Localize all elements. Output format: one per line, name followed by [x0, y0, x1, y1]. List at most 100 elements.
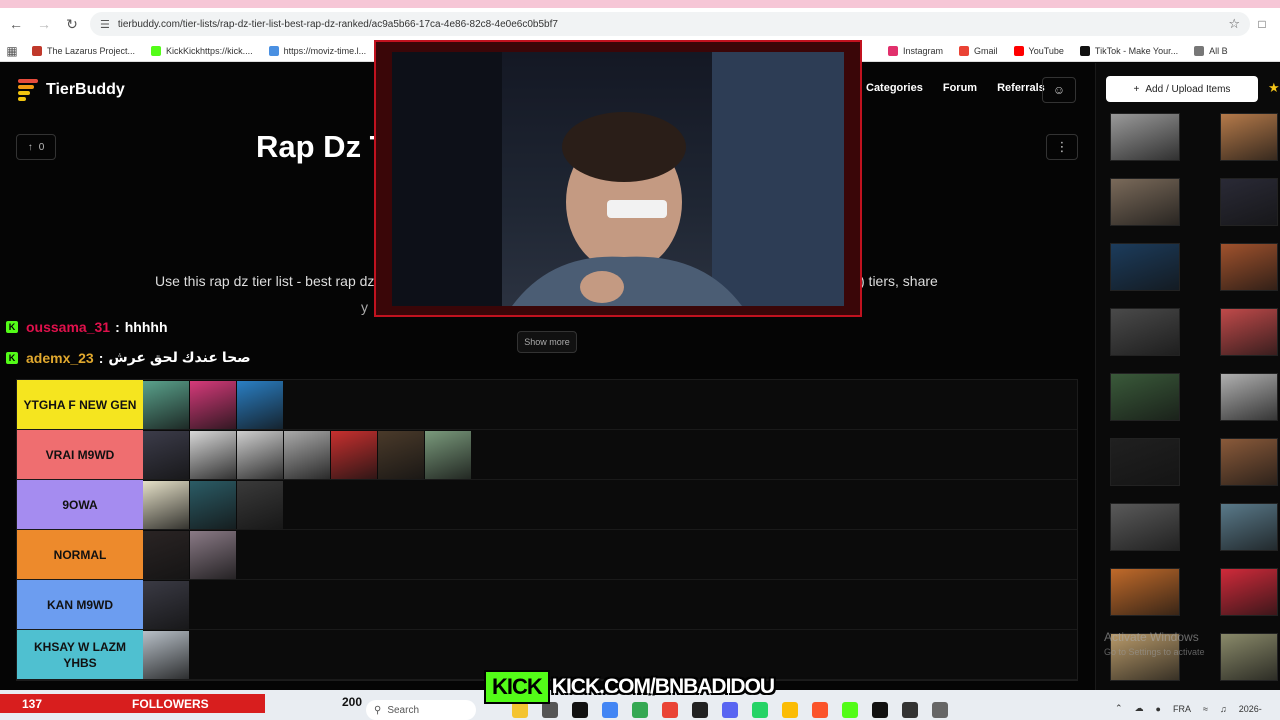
tiktok-icon[interactable]	[572, 702, 588, 718]
chatgpt-icon[interactable]	[542, 702, 558, 718]
sidebar-item-thumbnail[interactable]	[1110, 113, 1180, 161]
url-field[interactable]: ☰ tierbuddy.com/tier-lists/rap-dz-tier-l…	[90, 12, 1250, 36]
user-icon[interactable]: ☺	[1042, 77, 1076, 103]
sidebar-item-thumbnail[interactable]	[1110, 373, 1180, 421]
rapper-thumbnail[interactable]	[425, 430, 471, 479]
kick-app-icon[interactable]	[842, 702, 858, 718]
brave-icon[interactable]	[812, 702, 828, 718]
show-more-button[interactable]: Show more	[517, 331, 577, 353]
screen: ← → ↻ ☰ tierbuddy.com/tier-lists/rap-dz-…	[0, 0, 1280, 720]
bookmark-label: https://moviz-time.l...	[283, 45, 367, 56]
back-icon[interactable]: ←	[4, 12, 28, 36]
kick-icon: K	[6, 351, 18, 364]
chat-username: ademx_23	[26, 349, 94, 366]
forward-icon[interactable]: →	[32, 12, 56, 36]
chevron-up-icon[interactable]: ⌃	[1115, 703, 1123, 714]
nav-categories[interactable]: Categories	[866, 82, 923, 94]
site-info-icon[interactable]: ☰	[100, 18, 110, 31]
more-options-icon[interactable]: ⋮	[1046, 134, 1078, 160]
sidebar-item-thumbnail[interactable]	[1220, 633, 1278, 681]
rapper-thumbnail[interactable]	[331, 430, 377, 479]
wifi-icon[interactable]: ≈	[1203, 704, 1208, 714]
rapper-thumbnail[interactable]	[284, 430, 330, 479]
rapper-thumbnail[interactable]	[237, 430, 283, 479]
bookmark-star-icon[interactable]: ☆	[1228, 16, 1240, 32]
rapper-thumbnail[interactable]	[190, 530, 236, 579]
sidebar-item-thumbnail[interactable]	[1220, 373, 1278, 421]
reload-icon[interactable]: ↻	[60, 12, 84, 36]
sidebar-item-thumbnail[interactable]	[1110, 438, 1180, 486]
sidebar-item-thumbnail[interactable]	[1110, 178, 1180, 226]
rapper-thumbnail[interactable]	[237, 380, 283, 429]
bookmark-item[interactable]: KickKickhttps://kick....	[151, 45, 253, 56]
mic-icon[interactable]: ●	[1156, 704, 1161, 714]
chrome-icon[interactable]	[602, 702, 618, 718]
add-upload-items-button[interactable]: + Add / Upload Items	[1106, 76, 1258, 102]
tiktok-icon[interactable]	[872, 702, 888, 718]
chrome-icon[interactable]	[782, 702, 798, 718]
logo-icon	[18, 79, 38, 101]
star-icon[interactable]: ★	[1268, 80, 1280, 96]
rapper-thumbnail[interactable]	[143, 530, 189, 579]
file-explorer-icon[interactable]	[512, 702, 528, 718]
description-left: Use this rap dz tier list - best rap dz	[155, 273, 375, 289]
nav-forum[interactable]: Forum	[943, 82, 977, 94]
clock-date[interactable]: 2026-	[1239, 704, 1262, 714]
bookmark-item[interactable]: The Lazarus Project...	[32, 45, 135, 56]
sidebar-item-thumbnail[interactable]	[1110, 308, 1180, 356]
bookmark-favicon-icon	[268, 45, 279, 56]
tier-label[interactable]: YTGHA F NEW GEN	[17, 380, 143, 429]
extensions-icon[interactable]: □	[1250, 17, 1274, 31]
tier-label[interactable]: KAN M9WD	[17, 580, 143, 629]
chrome-icon[interactable]	[662, 702, 678, 718]
rapper-thumbnail[interactable]	[190, 430, 236, 479]
rapper-thumbnail[interactable]	[190, 480, 236, 529]
obs-icon[interactable]	[902, 702, 918, 718]
rapper-thumbnail[interactable]	[237, 480, 283, 529]
rapper-thumbnail[interactable]	[143, 580, 189, 629]
rapper-thumbnail[interactable]	[190, 380, 236, 429]
bookmark-favicon-icon	[888, 46, 898, 56]
rapper-thumbnail[interactable]	[378, 430, 424, 479]
tier-label[interactable]: KHSAY W LAZM YHBS	[17, 630, 143, 679]
whatsapp-icon[interactable]	[752, 702, 768, 718]
site-logo[interactable]: TierBuddy	[18, 79, 125, 101]
bookmark-item[interactable]: https://moviz-time.l...	[268, 45, 367, 56]
rapper-thumbnail[interactable]	[143, 380, 189, 429]
tier-label[interactable]: NORMAL	[17, 530, 143, 579]
cloud-icon[interactable]: ☁	[1135, 703, 1144, 714]
rapper-thumbnail[interactable]	[143, 480, 189, 529]
bookmark-item[interactable]: YouTube	[1013, 46, 1064, 56]
bookmark-item[interactable]: Instagram	[888, 46, 943, 56]
bookmark-item[interactable]: Gmail	[959, 46, 998, 56]
page-title: Rap Dz T	[256, 129, 389, 164]
sidebar-item-thumbnail[interactable]	[1220, 308, 1278, 356]
tier-items	[143, 530, 237, 579]
upvote-button[interactable]: ↑ 0	[16, 134, 56, 160]
bookmark-item[interactable]: All B	[1194, 46, 1228, 56]
sidebar-item-thumbnail[interactable]	[1220, 178, 1278, 226]
capcut-icon[interactable]	[692, 702, 708, 718]
sidebar-item-thumbnail[interactable]	[1110, 503, 1180, 551]
sidebar-item-thumbnail[interactable]	[1220, 438, 1278, 486]
taskbar-search[interactable]: ⚲ Search	[366, 700, 476, 720]
nav-referrals[interactable]: Referrals	[997, 82, 1045, 94]
tier-label[interactable]: VRAI M9WD	[17, 430, 143, 479]
language-indicator[interactable]: FRA	[1173, 704, 1191, 714]
sidebar-item-thumbnail[interactable]	[1110, 243, 1180, 291]
tier-label[interactable]: 9OWA	[17, 480, 143, 529]
sidebar-item-thumbnail[interactable]	[1220, 503, 1278, 551]
volume-icon[interactable]: ♫	[1220, 704, 1227, 714]
chrome-icon[interactable]	[632, 702, 648, 718]
sidebar-item-thumbnail[interactable]	[1220, 113, 1278, 161]
bookmark-item[interactable]: TikTok - Make Your...	[1079, 46, 1178, 56]
chat-message: K ademx_23 : صحا عندك لحق عرش	[6, 349, 251, 366]
settings-icon[interactable]	[932, 702, 948, 718]
sidebar-item-thumbnail[interactable]	[1220, 243, 1278, 291]
sidebar-item-thumbnail[interactable]	[1220, 568, 1278, 616]
discord-icon[interactable]	[722, 702, 738, 718]
rapper-thumbnail[interactable]	[143, 430, 189, 479]
rapper-thumbnail[interactable]	[143, 630, 189, 679]
sidebar-item-thumbnail[interactable]	[1110, 568, 1180, 616]
apps-grid-icon[interactable]: ▦	[0, 44, 24, 58]
